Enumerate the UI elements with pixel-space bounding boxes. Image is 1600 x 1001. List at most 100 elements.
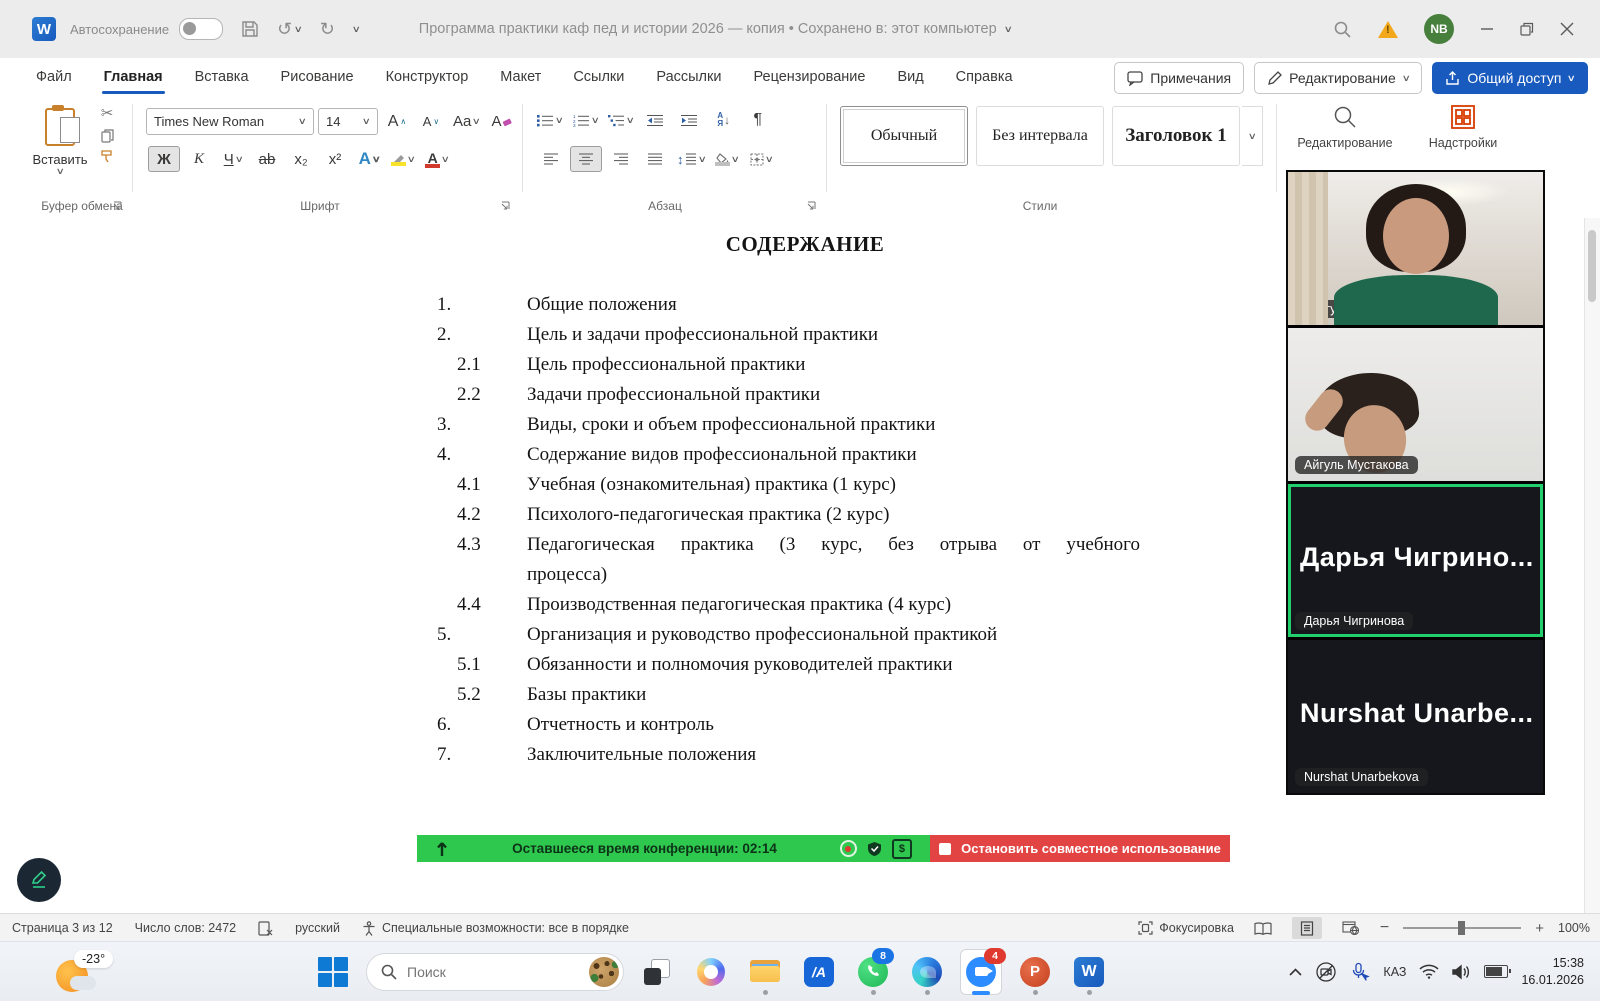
editing-group-button[interactable]: Редактирование — [1290, 104, 1400, 150]
numbered-list-button[interactable]: 123∨ — [570, 108, 602, 132]
security-shield-icon[interactable] — [867, 841, 882, 857]
zoom-out-button[interactable]: − — [1380, 919, 1389, 937]
save-icon[interactable] — [241, 20, 259, 38]
account-avatar[interactable]: NB — [1424, 14, 1454, 44]
volume-icon[interactable] — [1452, 964, 1471, 980]
ribbon-tab[interactable]: Рецензирование — [737, 58, 881, 96]
quick-access-more-icon[interactable]: ∨ — [353, 25, 360, 34]
camera-off-icon[interactable] — [1315, 961, 1337, 983]
microphone-location-icon[interactable] — [1350, 962, 1370, 982]
line-spacing-button[interactable]: ↕∨ — [674, 147, 708, 171]
share-button[interactable]: Общий доступ ∨ — [1432, 62, 1588, 94]
style-card[interactable]: Обычный — [840, 106, 968, 166]
font-size-select[interactable]: 14∨ — [318, 108, 378, 135]
ribbon-tab[interactable]: Файл — [20, 58, 88, 96]
copy-icon[interactable] — [101, 129, 114, 143]
editing-mode-button[interactable]: Редактирование ∨ — [1254, 62, 1422, 94]
bold-button[interactable]: Ж — [148, 146, 180, 172]
ribbon-tab[interactable]: Рассылки — [640, 58, 737, 96]
styles-gallery-more-button[interactable]: ∨ — [1242, 106, 1263, 166]
align-center-button[interactable] — [570, 146, 602, 172]
zoom-percentage[interactable]: 100% — [1558, 921, 1590, 935]
cut-icon[interactable]: ✂ — [101, 104, 114, 122]
accessibility-status[interactable]: Специальные возможности: все в порядке — [362, 921, 629, 936]
task-view-button[interactable] — [636, 946, 678, 998]
ribbon-tab[interactable]: Ссылки — [557, 58, 640, 96]
italic-button[interactable]: К — [184, 147, 214, 171]
restore-button[interactable] — [1520, 22, 1534, 36]
recording-indicator-icon[interactable] — [840, 840, 857, 857]
word-count[interactable]: Число слов: 2472 — [135, 921, 236, 935]
clipboard-dialog-launcher[interactable] — [112, 201, 124, 213]
align-right-button[interactable] — [606, 147, 636, 171]
stop-share-button[interactable]: Остановить совместное использование — [930, 835, 1230, 862]
zoom-app-button[interactable]: 4 — [960, 946, 1002, 998]
start-button[interactable] — [312, 946, 354, 998]
warning-icon[interactable]: ! — [1378, 21, 1398, 38]
shrink-font-button[interactable]: A∨ — [416, 110, 446, 134]
align-left-button[interactable] — [536, 147, 566, 171]
participant-tile[interactable]: Айгуль Мустакова — [1288, 328, 1543, 481]
ribbon-tab[interactable]: Главная — [88, 58, 179, 96]
grow-font-button[interactable]: A∧ — [382, 110, 412, 134]
language-indicator[interactable]: русский — [295, 921, 340, 935]
wifi-icon[interactable] — [1419, 964, 1439, 979]
edge-button[interactable] — [906, 946, 948, 998]
bullet-list-button[interactable]: ∨ — [534, 108, 566, 132]
search-highlight-image[interactable] — [589, 957, 619, 987]
subscript-button[interactable]: x₂ — [286, 147, 316, 171]
addins-group-button[interactable]: Надстройки — [1408, 104, 1518, 150]
title-chevron-icon[interactable]: ∨ — [1003, 25, 1012, 34]
zoom-slider[interactable] — [1403, 927, 1521, 929]
underline-button[interactable]: Ч∨ — [218, 147, 248, 171]
format-painter-icon[interactable] — [100, 150, 114, 163]
tray-chevron-icon[interactable] — [1289, 968, 1302, 976]
zoom-slider-thumb[interactable] — [1458, 921, 1465, 935]
justify-button[interactable] — [640, 147, 670, 171]
search-input[interactable] — [405, 963, 559, 981]
keyboard-language[interactable]: КАЗ — [1383, 965, 1406, 979]
font-color-button[interactable]: A∨ — [422, 147, 452, 171]
focus-mode-button[interactable]: Фокусировка — [1138, 921, 1234, 935]
participant-tile[interactable]: Nurshat Unarbe... Nurshat Unarbekova — [1288, 640, 1543, 793]
clock[interactable]: 15:38 16.01.2026 — [1521, 955, 1584, 989]
undo-button[interactable]: ↺∨ — [277, 19, 302, 40]
clear-formatting-button[interactable]: A — [487, 110, 517, 134]
taskbar-search[interactable] — [366, 953, 624, 991]
highlight-button[interactable]: ∨ — [388, 147, 418, 171]
undo-chevron-icon[interactable]: ∨ — [294, 25, 303, 34]
weather-widget[interactable]: -23° — [48, 948, 144, 996]
indrive-app-button[interactable]: /A — [798, 946, 840, 998]
read-mode-button[interactable] — [1248, 917, 1278, 939]
ribbon-tab[interactable]: Конструктор — [370, 58, 485, 96]
strikethrough-button[interactable]: ab — [252, 147, 282, 171]
minimize-button[interactable] — [1480, 22, 1494, 36]
superscript-button[interactable]: x² — [320, 147, 350, 171]
font-family-select[interactable]: Times New Roman∨ — [146, 108, 314, 135]
change-case-button[interactable]: Aa∨ — [450, 110, 483, 134]
style-card[interactable]: Заголовок 1 — [1112, 106, 1240, 166]
comments-button[interactable]: Примечания — [1114, 62, 1244, 94]
ribbon-tab[interactable]: Рисование — [265, 58, 370, 96]
redo-button[interactable]: ↻ — [320, 19, 335, 40]
file-explorer-button[interactable] — [744, 946, 786, 998]
ribbon-tab[interactable]: Вставка — [179, 58, 265, 96]
whatsapp-button[interactable]: 8 — [852, 946, 894, 998]
word-taskbar-button[interactable]: W — [1068, 946, 1110, 998]
annotation-pencil-button[interactable] — [17, 858, 61, 902]
web-layout-button[interactable] — [1336, 917, 1366, 939]
page-indicator[interactable]: Страница 3 из 12 — [12, 921, 113, 935]
print-layout-button[interactable] — [1292, 917, 1322, 939]
increase-indent-button[interactable] — [675, 108, 705, 132]
payment-icon[interactable]: $ — [892, 839, 912, 859]
paste-button[interactable]: Вставить ∨ — [28, 104, 92, 194]
vertical-scrollbar[interactable] — [1584, 218, 1600, 913]
document-page[interactable]: СОДЕРЖАНИЕ 1. Общие положения 2. Цель и … — [437, 232, 1143, 770]
ribbon-tab[interactable]: Вид — [881, 58, 939, 96]
ribbon-tab[interactable]: Макет — [484, 58, 557, 96]
proofing-errors-icon[interactable] — [258, 921, 273, 936]
battery-icon[interactable] — [1484, 965, 1508, 978]
multilevel-list-button[interactable]: ∨ — [605, 108, 637, 132]
paragraph-dialog-launcher[interactable] — [806, 201, 818, 213]
shading-button[interactable]: ∨ — [712, 147, 742, 171]
